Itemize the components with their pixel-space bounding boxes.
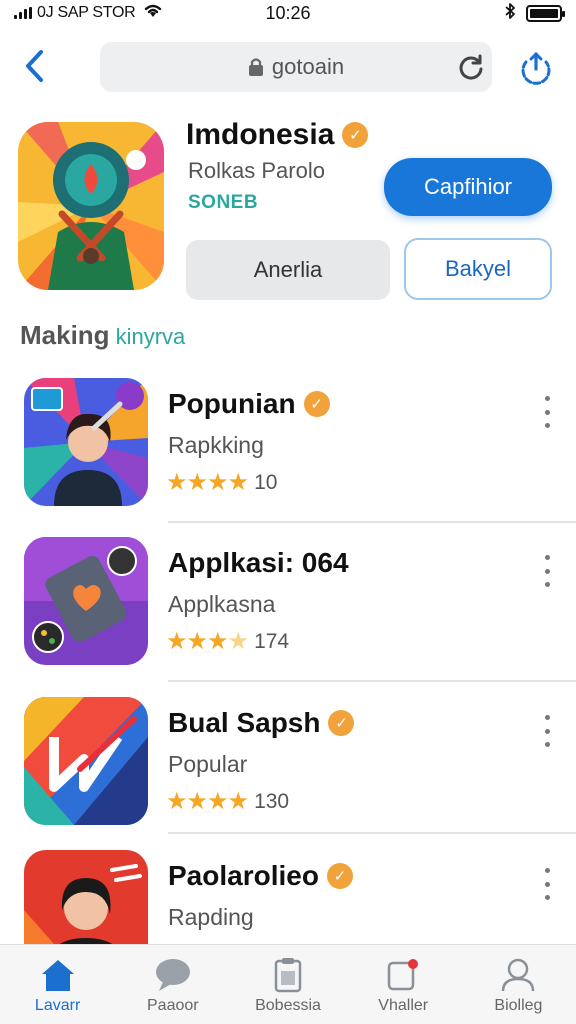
tab-label: Lavarr (34, 997, 81, 1014)
rating-count: 130 (254, 789, 290, 813)
address-bar[interactable]: gotoain (100, 42, 492, 92)
featured-app-name: Imdonesia (186, 118, 335, 151)
app-name: Popunian ✓ (168, 388, 330, 420)
app-rating: ★★★★ 130 (166, 787, 289, 816)
divider (168, 832, 576, 834)
tab-home[interactable]: Lavarr (0, 945, 115, 1024)
tab-label: Bobessia (255, 997, 321, 1014)
app-rating: ★★★★ 174 (166, 627, 289, 656)
share-button[interactable] (516, 48, 556, 88)
divider (168, 680, 576, 682)
tab-label: Biolleg (494, 997, 543, 1014)
tab-clipboard[interactable]: Bobessia (230, 945, 345, 1024)
featured-app-title: Imdonesia ✓ (186, 118, 369, 152)
browser-navbar: gotoain (0, 40, 576, 94)
app-name: Applkasi: 064 (168, 547, 349, 578)
url-text: gotoain (271, 54, 345, 79)
reload-button[interactable] (456, 52, 486, 82)
app-icon (24, 697, 148, 825)
app-category: Applkasna (168, 591, 276, 617)
back-button[interactable] (16, 46, 52, 86)
app-category: Popular (168, 751, 248, 777)
tab-profile[interactable]: Biolleg (461, 945, 576, 1024)
get-button[interactable]: Capfihior (384, 158, 552, 216)
chat-icon (155, 959, 190, 991)
clipboard-icon (274, 958, 302, 993)
home-icon (41, 960, 74, 991)
tab-label: Vhaller (378, 997, 429, 1014)
lock-icon (248, 58, 263, 76)
secondary-button[interactable]: Anerlia (186, 240, 390, 300)
chevron-left-icon (26, 50, 43, 82)
app-icon (24, 537, 148, 665)
star-rating-icon: ★★★★ (166, 628, 249, 655)
app-category: Rapkking (168, 432, 264, 458)
app-icon (24, 378, 148, 506)
tab-chat[interactable]: Paaoor (115, 945, 230, 1024)
verified-badge-icon: ✓ (303, 391, 330, 417)
list-item[interactable]: Bual Sapsh ✓ Popular ★★★★ 130 (0, 697, 576, 847)
list-item[interactable]: Applkasi: 064 Applkasna ★★★★ 174 (0, 537, 576, 687)
more-options-button[interactable] (536, 864, 558, 904)
notification-icon (387, 959, 419, 991)
status-bar: 0J SAP STOR 10:26 (0, 0, 576, 26)
star-rating-icon: ★★★★ (166, 469, 249, 496)
section-title-text: Making (20, 320, 110, 350)
section-title-accent: kinyrva (115, 324, 186, 349)
rating-count: 10 (254, 470, 278, 494)
section-title: Making kinyrva (20, 320, 185, 351)
tab-notifications[interactable]: Vhaller (346, 945, 461, 1024)
app-rating: ★★★★ 10 (166, 468, 277, 497)
rating-count: 174 (254, 629, 290, 653)
bluetooth-icon (504, 2, 516, 25)
share-icon (521, 52, 551, 85)
tab-bar: Lavarr Paaoor Bobessia Vhaller Biolleg (0, 944, 576, 1024)
featured-app-icon[interactable] (18, 122, 164, 290)
more-options-button[interactable] (536, 711, 558, 751)
tertiary-button[interactable]: Bakyel (404, 238, 552, 300)
signal-icon (14, 7, 32, 19)
app-category: Rapding (168, 904, 254, 930)
reload-icon (459, 54, 483, 80)
profile-icon (502, 958, 535, 992)
star-rating-icon: ★★★★ (166, 788, 249, 815)
featured-app-tag: SONEB (188, 192, 259, 213)
featured-app-developer: Rolkas Parolo (188, 158, 325, 183)
carrier-label: 0J SAP STOR (37, 4, 136, 21)
tab-label: Paaoor (147, 997, 199, 1014)
more-options-button[interactable] (536, 551, 558, 591)
battery-icon (526, 4, 565, 22)
app-name: Bual Sapsh ✓ (168, 707, 355, 739)
app-name: Paolarolieo ✓ (168, 860, 353, 892)
verified-badge-icon: ✓ (326, 863, 353, 889)
more-options-button[interactable] (536, 392, 558, 432)
divider (168, 521, 576, 523)
list-item[interactable]: Popunian ✓ Rapkking ★★★★ 10 (0, 378, 576, 528)
verified-badge-icon: ✓ (328, 710, 355, 736)
verified-badge-icon: ✓ (342, 122, 369, 148)
wifi-icon (143, 3, 163, 24)
